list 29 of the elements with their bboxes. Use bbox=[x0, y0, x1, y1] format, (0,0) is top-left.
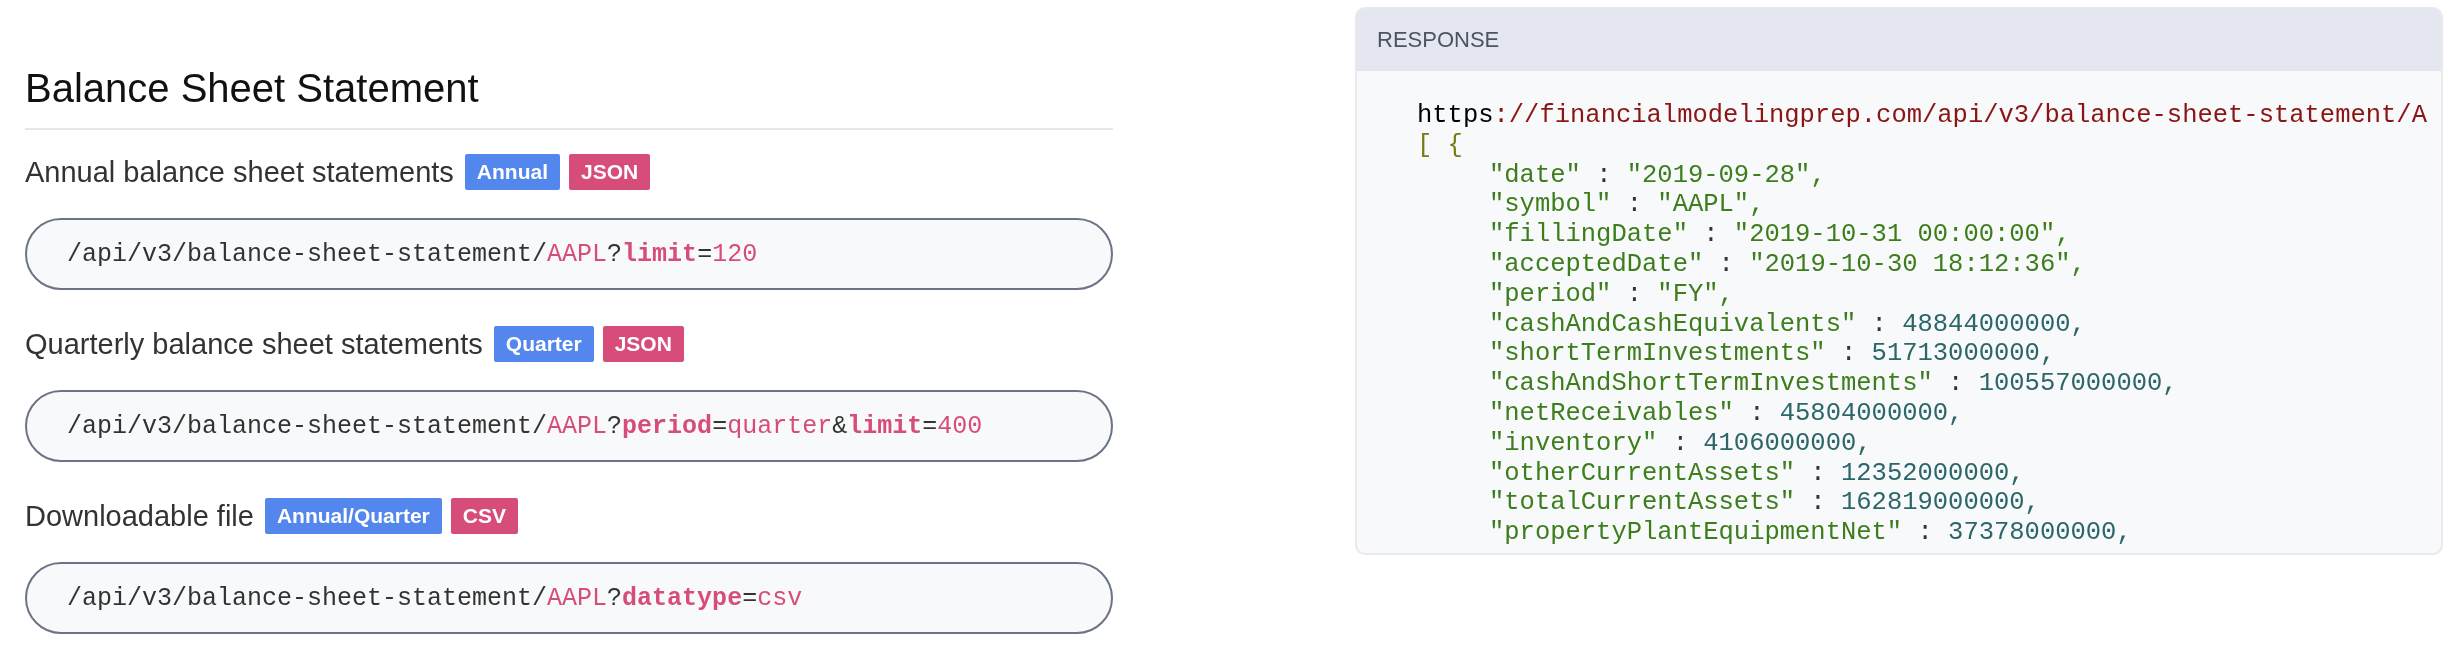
json-bracket: [ { bbox=[1417, 130, 1463, 161]
json-line: "fillingDate" : "2019-10-31 00:00:00", bbox=[1489, 220, 2071, 250]
tag: Quarter bbox=[493, 326, 594, 362]
json-line: "symbol" : "AAPL", bbox=[1489, 190, 1765, 221]
request-url: https://financialmodelingprep.com/api/v3/balance-sheet-statement/A bbox=[1417, 101, 2427, 131]
json-line: "netReceivables" : 45804000000, bbox=[1489, 398, 1964, 429]
tag: Annual bbox=[464, 154, 560, 190]
page-heading: Balance Sheet Statement bbox=[25, 67, 479, 109]
json-line: "cashAndCashEquivalents" : 48844000000, bbox=[1489, 309, 2086, 340]
section-title: Quarterly balance sheet statements bbox=[25, 327, 483, 361]
panel-title: RESPONSE bbox=[1377, 27, 1500, 53]
tag: CSV bbox=[450, 498, 518, 534]
endpoint-url: /api/v3/balance-sheet-statement/AAPL?limit=120 bbox=[25, 218, 1113, 290]
section-title: Annual balance sheet statements bbox=[25, 155, 454, 189]
json-line: "period" : "FY", bbox=[1489, 279, 1734, 310]
tag: JSON bbox=[569, 154, 651, 190]
json-line: "propertyPlantEquipmentNet" : 37378000000, bbox=[1489, 518, 2132, 548]
json-line: "otherCurrentAssets" : 12352000000, bbox=[1489, 458, 2025, 489]
json-line: "acceptedDate" : "2019-10-30 18:12:36", bbox=[1489, 250, 2086, 280]
json-line: "totalCurrentAssets" : 162819000000, bbox=[1489, 488, 2040, 519]
json-line: "date" : "2019-09-28", bbox=[1489, 160, 1826, 191]
endpoint-url: /api/v3/balance-sheet-statement/AAPL?datatype=csv bbox=[25, 562, 1113, 634]
tag: Annual/Quarter bbox=[264, 498, 442, 534]
json-line: "cashAndShortTermInvestments" : 100557000000, bbox=[1489, 369, 2178, 399]
json-line: "inventory" : 4106000000, bbox=[1489, 428, 1872, 459]
tag: JSON bbox=[602, 326, 684, 362]
section-title: Downloadable file bbox=[25, 499, 254, 533]
json-line: "shortTermInvestments" : 51713000000, bbox=[1489, 339, 2056, 370]
endpoint-url: /api/v3/balance-sheet-statement/AAPL?period=quarter&limit=400 bbox=[25, 390, 1113, 462]
